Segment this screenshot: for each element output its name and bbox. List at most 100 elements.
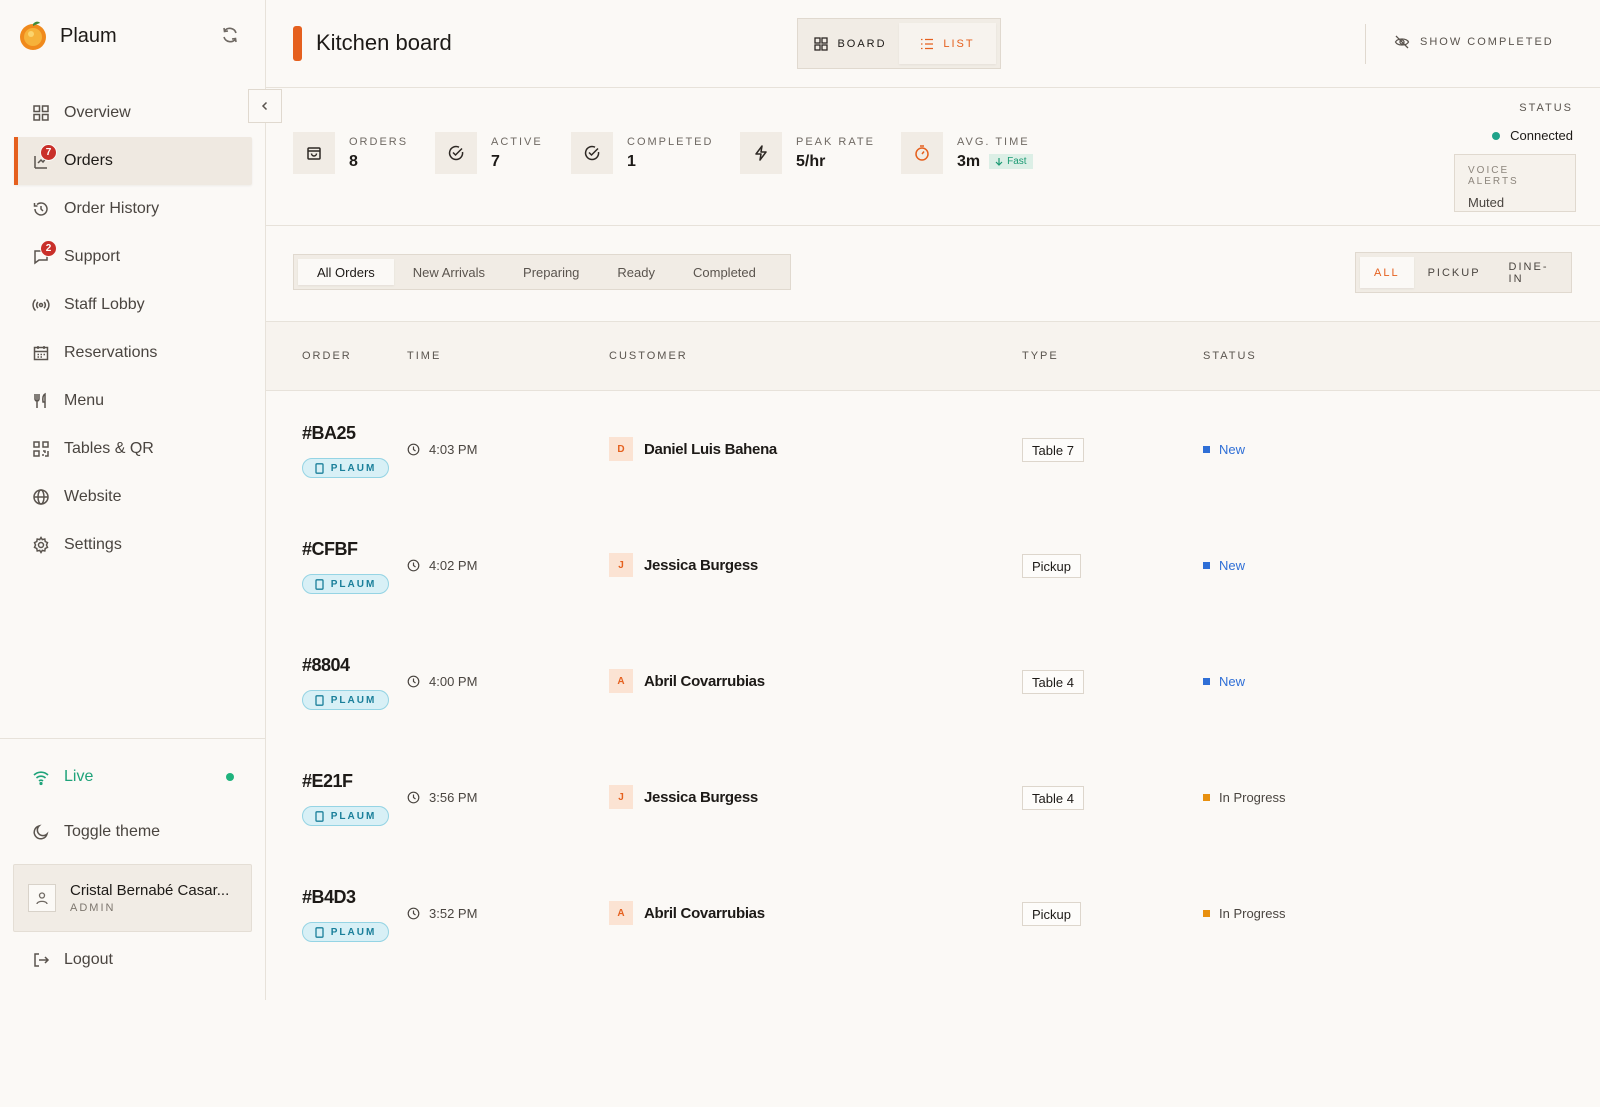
view-list-button[interactable]: LIST	[899, 23, 996, 64]
sidebar-item-label: Orders	[64, 152, 113, 169]
tab-new-arrivals[interactable]: New Arrivals	[394, 259, 504, 285]
order-time: 3:52 PM	[407, 906, 477, 921]
user-card[interactable]: Cristal Bernabé Casar... ADMIN	[13, 864, 252, 932]
sidebar-item-menu[interactable]: Menu	[14, 377, 252, 425]
stat-icon	[901, 132, 943, 174]
order-time: 4:00 PM	[407, 674, 477, 689]
source-label: PLAUM	[330, 578, 377, 590]
order-time: 4:02 PM	[407, 558, 477, 573]
sidebar-item-website[interactable]: Website	[14, 473, 252, 521]
source-tag: PLAUM	[302, 806, 389, 826]
stat-label: ORDERS	[349, 135, 409, 148]
column-header-time[interactable]: TIME	[407, 350, 441, 362]
status-badge: In Progress	[1203, 790, 1285, 805]
tab-preparing[interactable]: Preparing	[504, 259, 598, 285]
voice-alerts-value: Muted	[1468, 195, 1505, 210]
stat-value: 8	[349, 152, 358, 170]
table-row[interactable]: #CFBF PLAUM 4:02 PM J Jessica Burgess Pi…	[266, 507, 1600, 623]
chat-icon-wrap: 2	[32, 240, 57, 266]
phone-icon	[315, 926, 324, 938]
table-row[interactable]: #8804 PLAUM 4:00 PM A Abril Covarrubias …	[266, 623, 1600, 739]
order-id[interactable]: #BA25	[302, 423, 356, 444]
clock-icon	[407, 443, 420, 456]
tab-all-orders[interactable]: All Orders	[298, 259, 394, 285]
table-row[interactable]: #E21F PLAUM 3:56 PM J Jessica Burgess Ta…	[266, 739, 1600, 855]
status-label: STATUS	[1519, 102, 1573, 114]
sidebar-item-order-history[interactable]: Order History	[14, 185, 252, 233]
fast-tag: Fast	[989, 154, 1033, 169]
user-icon	[36, 892, 48, 905]
view-toggle: BOARD LIST	[797, 18, 1001, 69]
stat-label: PEAK RATE	[796, 135, 875, 148]
column-header-status[interactable]: STATUS	[1203, 350, 1257, 362]
brand[interactable]: Plaum	[18, 20, 117, 52]
source-tag: PLAUM	[302, 922, 389, 942]
logout-icon	[34, 953, 50, 967]
orders-table-body: #BA25 PLAUM 4:03 PM D Daniel Luis Bahena…	[266, 391, 1600, 971]
column-header-order[interactable]: ORDER	[302, 350, 352, 362]
sidebar-item-label: Support	[64, 248, 121, 265]
sidebar-item-overview[interactable]: Overview	[14, 89, 252, 137]
tab-completed[interactable]: Completed	[674, 259, 775, 285]
moon-icon	[33, 824, 49, 840]
refresh-icon[interactable]	[220, 25, 240, 45]
status-square	[1203, 562, 1210, 569]
clock-icon	[407, 791, 420, 804]
qr-icon	[33, 441, 49, 457]
view-board-button[interactable]: BOARD	[802, 23, 899, 64]
order-id[interactable]: #CFBF	[302, 539, 358, 560]
source-tag: PLAUM	[302, 690, 389, 710]
view-board-label: BOARD	[837, 37, 887, 50]
customer-initial: J	[609, 785, 633, 809]
logout-button[interactable]: Logout	[32, 948, 113, 972]
status-text: In Progress	[1219, 790, 1286, 805]
user-info: Cristal Bernabé Casar... ADMIN	[70, 882, 229, 914]
utensils-icon	[34, 392, 46, 408]
customer: A Abril Covarrubias	[609, 669, 765, 693]
collapse-sidebar-button[interactable]	[248, 89, 282, 123]
column-header-type[interactable]: TYPE	[1022, 350, 1059, 362]
sidebar-item-label: Overview	[64, 104, 131, 121]
sidebar-item-tables-qr[interactable]: Tables & QR	[14, 425, 252, 473]
title-accent	[293, 26, 302, 61]
toggle-theme-label: Toggle theme	[64, 823, 161, 840]
stat-label: COMPLETED	[627, 135, 714, 148]
voice-alerts-toggle[interactable]: VOICE ALERTS Muted	[1454, 154, 1576, 212]
sidebar-item-support[interactable]: 2 Support	[14, 233, 252, 281]
tab-ready[interactable]: Ready	[598, 259, 674, 285]
order-time: 4:03 PM	[407, 442, 477, 457]
sidebar-item-orders[interactable]: 7 Orders	[14, 137, 252, 185]
order-id[interactable]: #8804	[302, 655, 350, 676]
column-header-customer[interactable]: CUSTOMER	[609, 350, 688, 362]
sidebar: Plaum Overview 7 Orders Order History 2 …	[0, 0, 266, 1000]
avatar	[28, 884, 56, 912]
sidebar-item-settings[interactable]: Settings	[14, 521, 252, 569]
sidebar-item-staff-lobby[interactable]: Staff Lobby	[14, 281, 252, 329]
type-filter-all[interactable]: ALL	[1360, 257, 1414, 288]
stat-icon	[571, 132, 613, 174]
live-indicator: Live	[32, 765, 238, 789]
stat-value: 5/hr	[796, 152, 826, 170]
phone-icon	[315, 694, 324, 706]
order-type-filter: ALL PICKUP DINE-IN	[1355, 252, 1572, 293]
show-completed-button[interactable]: SHOW COMPLETED	[1394, 34, 1554, 50]
type-filter-pickup[interactable]: PICKUP	[1414, 257, 1495, 288]
order-id[interactable]: #B4D3	[302, 887, 356, 908]
customer-name: Jessica Burgess	[644, 788, 758, 806]
stat-icon	[293, 132, 335, 174]
toggle-theme-button[interactable]: Toggle theme	[32, 820, 160, 844]
stat-avg-time: AVG. TIME 3m Fast	[901, 132, 1033, 174]
sidebar-item-label: Order History	[64, 200, 160, 217]
table-row[interactable]: #BA25 PLAUM 4:03 PM D Daniel Luis Bahena…	[266, 391, 1600, 507]
sidebar-item-label: Settings	[64, 536, 122, 553]
live-label: Live	[64, 768, 94, 785]
table-row[interactable]: #B4D3 PLAUM 3:52 PM A Abril Covarrubias …	[266, 855, 1600, 971]
sidebar-item-reservations[interactable]: Reservations	[14, 329, 252, 377]
phone-icon	[315, 578, 324, 590]
header-separator	[1365, 24, 1366, 64]
stat-label: AVG. TIME	[957, 135, 1030, 148]
stat-value: 7	[491, 152, 500, 170]
order-id[interactable]: #E21F	[302, 771, 353, 792]
stat-value: 1	[627, 152, 636, 170]
type-filter-dine-in[interactable]: DINE-IN	[1495, 257, 1567, 288]
